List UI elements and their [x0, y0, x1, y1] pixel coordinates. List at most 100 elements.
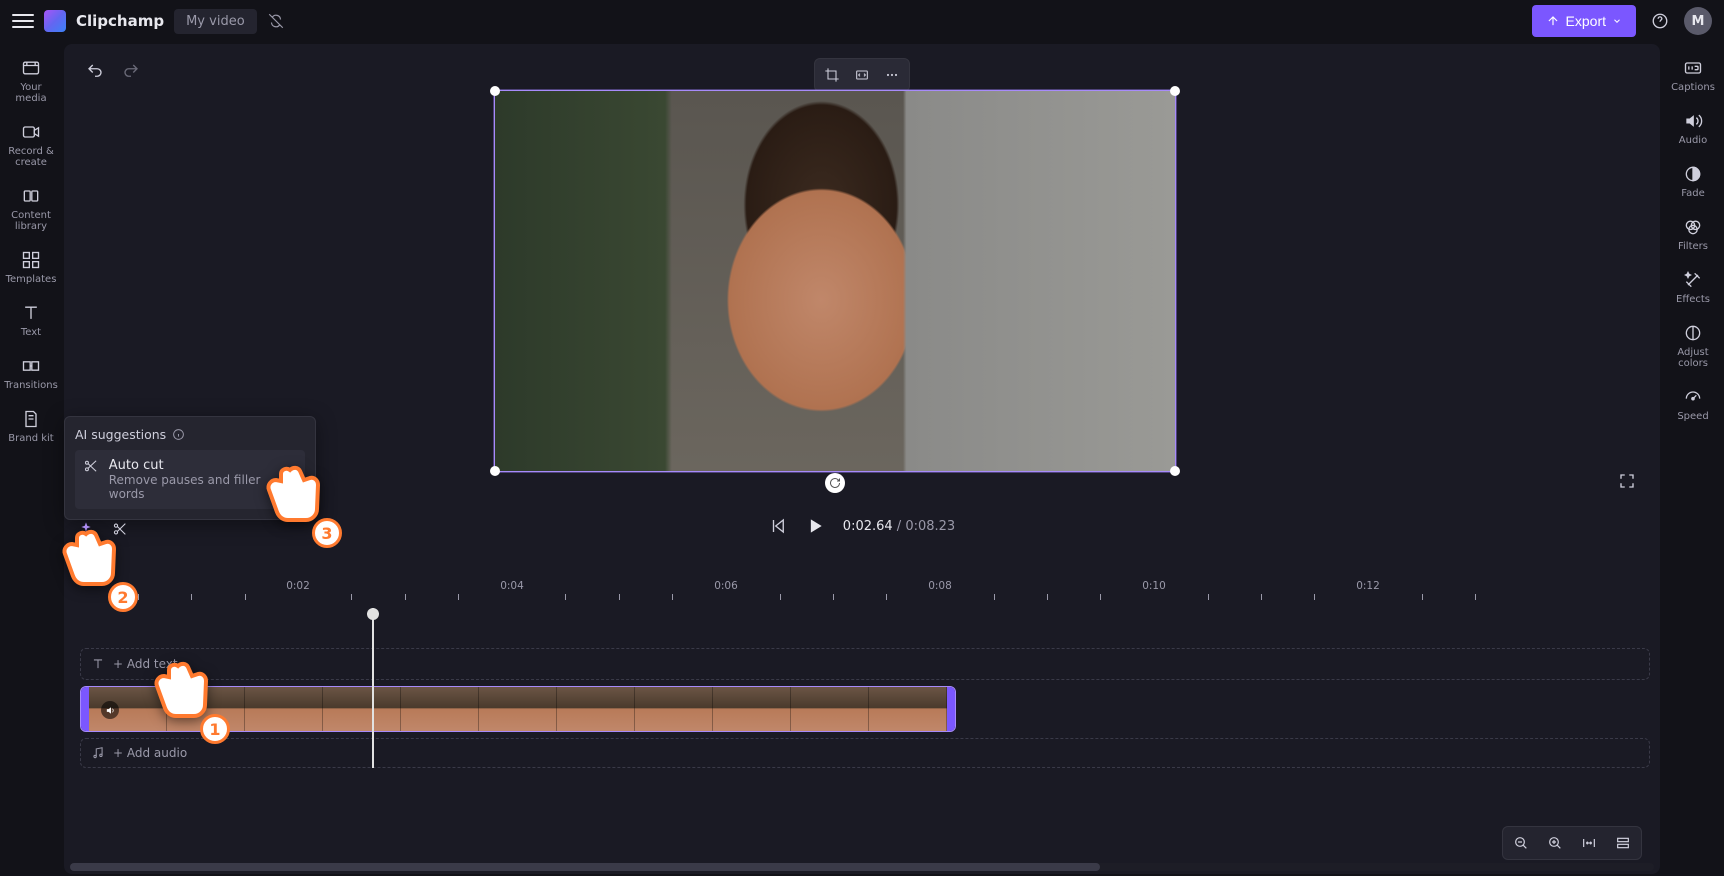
resize-handle-tl[interactable] — [490, 86, 500, 96]
project-title[interactable]: My video — [174, 9, 257, 34]
sidebar-item-transitions[interactable]: Transitions — [3, 350, 59, 399]
fullscreen-icon — [1618, 472, 1636, 490]
playback-time: 0:02.64 / 0:08.23 — [843, 519, 955, 534]
text-icon — [91, 657, 105, 671]
clip-handle-left[interactable] — [81, 687, 89, 731]
ai-option-title: Auto cut — [109, 458, 297, 473]
fit-timeline-button[interactable] — [1574, 830, 1604, 856]
export-button[interactable]: Export — [1532, 5, 1636, 37]
crop-button[interactable] — [818, 62, 846, 88]
ai-popup-heading: AI suggestions — [75, 427, 166, 442]
sidebar-label: Brand kit — [8, 433, 53, 444]
timeline-ruler[interactable]: 0:02 0:04 0:06 0:08 0:10 0:12 — [80, 580, 1650, 608]
video-clip[interactable] — [80, 686, 956, 732]
sidebar-label: Speed — [1677, 411, 1708, 422]
play-icon[interactable] — [805, 516, 825, 536]
scrollbar-thumb[interactable] — [70, 863, 1100, 871]
camera-icon — [21, 122, 41, 142]
time-current: 0:02.64 — [843, 519, 893, 534]
upload-icon — [1546, 14, 1560, 28]
sidebar-label: Filters — [1678, 241, 1708, 252]
left-sidebar: Your media Record & create Content libra… — [0, 42, 62, 876]
clip-thumbnails — [89, 687, 947, 731]
more-button[interactable] — [878, 62, 906, 88]
chevron-down-icon — [1612, 16, 1622, 26]
sidebar-item-fade[interactable]: Fade — [1665, 158, 1721, 207]
undo-icon[interactable] — [86, 62, 104, 80]
video-frame — [495, 91, 1175, 471]
video-track[interactable] — [80, 686, 1650, 732]
transitions-icon — [21, 356, 41, 376]
fit-button[interactable] — [848, 62, 876, 88]
sidebar-label: Effects — [1676, 294, 1710, 305]
templates-icon — [21, 250, 41, 270]
sidebar-label: Captions — [1671, 82, 1715, 93]
skip-start-icon[interactable] — [769, 517, 787, 535]
zoom-out-button[interactable] — [1506, 830, 1536, 856]
sidebar-label: Adjust colors — [1667, 347, 1719, 369]
speed-icon — [1683, 387, 1703, 407]
playhead[interactable] — [372, 608, 374, 768]
ai-option-auto-cut[interactable]: Auto cut Remove pauses and filler words — [75, 450, 305, 509]
tick-label: 0:12 — [1356, 580, 1380, 592]
sidebar-item-adjust-colors[interactable]: Adjust colors — [1665, 317, 1721, 377]
app-logo — [44, 10, 66, 32]
sidebar-item-your-media[interactable]: Your media — [3, 52, 59, 112]
sidebar-item-captions[interactable]: Captions — [1665, 52, 1721, 101]
rows-icon — [1615, 835, 1631, 851]
resize-handle-bl[interactable] — [490, 466, 500, 476]
sidebar-item-effects[interactable]: Effects — [1665, 264, 1721, 313]
timeline-zoom-toolbar — [1502, 826, 1642, 860]
clip-audio-icon[interactable] — [101, 701, 119, 719]
sidebar-item-audio[interactable]: Audio — [1665, 105, 1721, 154]
sidebar-item-brand-kit[interactable]: Brand kit — [3, 403, 59, 452]
redo-icon[interactable] — [122, 62, 140, 80]
zoom-out-icon — [1513, 835, 1529, 851]
preview-area: AI suggestions Auto cut Remove pauses an… — [64, 44, 1660, 504]
effects-icon — [1683, 270, 1703, 290]
text-icon — [21, 303, 41, 323]
audio-track[interactable]: + Add audio — [80, 738, 1650, 768]
text-track[interactable]: + Add text — [80, 648, 1650, 680]
more-icon — [884, 67, 900, 83]
library-icon — [21, 186, 41, 206]
sidebar-item-text[interactable]: Text — [3, 297, 59, 346]
zoom-in-button[interactable] — [1540, 830, 1570, 856]
ai-suggestions-popup: AI suggestions Auto cut Remove pauses an… — [64, 416, 316, 520]
menu-icon[interactable] — [12, 10, 34, 32]
help-icon — [1651, 12, 1669, 30]
cut-icon[interactable] — [112, 521, 128, 537]
ai-option-subtitle: Remove pauses and filler words — [109, 473, 297, 501]
sidebar-label: Record & create — [5, 146, 57, 168]
time-sep: / — [893, 519, 906, 534]
filters-icon — [1683, 217, 1703, 237]
add-audio-label: + Add audio — [113, 746, 187, 760]
help-button[interactable] — [1646, 7, 1674, 35]
expand-tracks-button[interactable] — [1608, 830, 1638, 856]
audio-icon — [1683, 111, 1703, 131]
avatar[interactable]: M — [1684, 7, 1712, 35]
resize-handle-tr[interactable] — [1170, 86, 1180, 96]
sidebar-item-content-library[interactable]: Content library — [3, 180, 59, 240]
sidebar-label: Your media — [5, 82, 57, 104]
sidebar-item-speed[interactable]: Speed — [1665, 381, 1721, 430]
adjust-icon — [1683, 323, 1703, 343]
clip-handle-right[interactable] — [947, 687, 955, 731]
sidebar-item-templates[interactable]: Templates — [3, 244, 59, 293]
timeline-scrollbar[interactable] — [70, 863, 1654, 871]
sidebar-item-record[interactable]: Record & create — [3, 116, 59, 176]
info-icon[interactable] — [172, 428, 185, 441]
rotate-handle[interactable] — [825, 473, 845, 493]
rotate-icon — [829, 477, 841, 489]
fullscreen-button[interactable] — [1618, 472, 1636, 494]
music-icon — [91, 746, 105, 760]
tick-label: 0:08 — [928, 580, 952, 592]
sidebar-label: Text — [21, 327, 41, 338]
ai-sparkle-icon[interactable] — [78, 521, 94, 537]
scissors-icon — [83, 458, 99, 474]
stage: AI suggestions Auto cut Remove pauses an… — [64, 44, 1660, 874]
preview-canvas[interactable] — [494, 90, 1176, 472]
resize-handle-br[interactable] — [1170, 466, 1180, 476]
sidebar-item-filters[interactable]: Filters — [1665, 211, 1721, 260]
speaker-icon — [105, 705, 116, 716]
